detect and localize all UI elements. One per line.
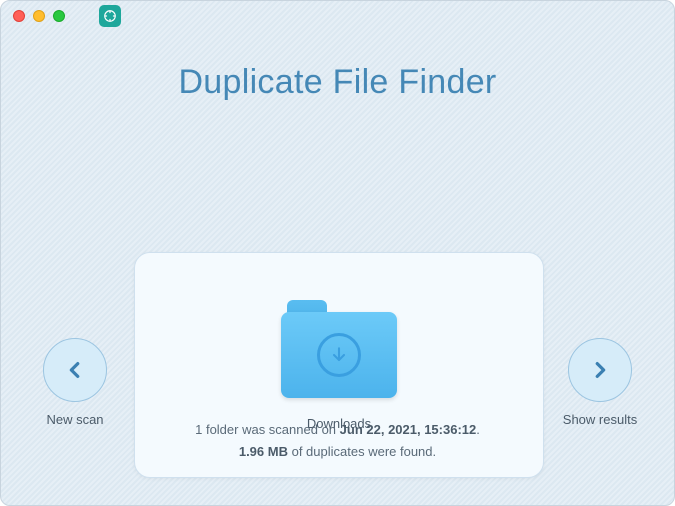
show-results-button[interactable]	[568, 338, 632, 402]
status-line1-prefix: 1 folder was scanned on	[195, 422, 340, 437]
chevron-right-icon	[589, 359, 611, 381]
page-title: Duplicate File Finder	[1, 63, 674, 102]
minimize-window-button[interactable]	[33, 10, 45, 22]
help-icon[interactable]	[99, 5, 121, 27]
nav-next-group: Show results	[550, 338, 650, 427]
window-controls	[13, 10, 65, 22]
status-text: 1 folder was scanned on Jun 22, 2021, 15…	[1, 419, 674, 463]
title-bar	[1, 1, 674, 31]
status-size: 1.96 MB	[239, 444, 288, 459]
new-scan-button[interactable]	[43, 338, 107, 402]
arrow-down-icon	[329, 345, 349, 365]
app-window: Duplicate File Finder New scan	[0, 0, 675, 506]
status-timestamp: Jun 22, 2021, 15:36:12	[340, 422, 477, 437]
status-line1-suffix: .	[476, 422, 480, 437]
close-window-button[interactable]	[13, 10, 25, 22]
status-line-2: 1.96 MB of duplicates were found.	[1, 441, 674, 463]
fullscreen-window-button[interactable]	[53, 10, 65, 22]
status-line2-suffix: of duplicates were found.	[288, 444, 436, 459]
nav-prev-group: New scan	[25, 338, 125, 427]
folder-item[interactable]: Downloads	[281, 300, 397, 431]
status-line-1: 1 folder was scanned on Jun 22, 2021, 15…	[1, 419, 674, 441]
chevron-left-icon	[64, 359, 86, 381]
folder-download-icon	[281, 300, 397, 398]
